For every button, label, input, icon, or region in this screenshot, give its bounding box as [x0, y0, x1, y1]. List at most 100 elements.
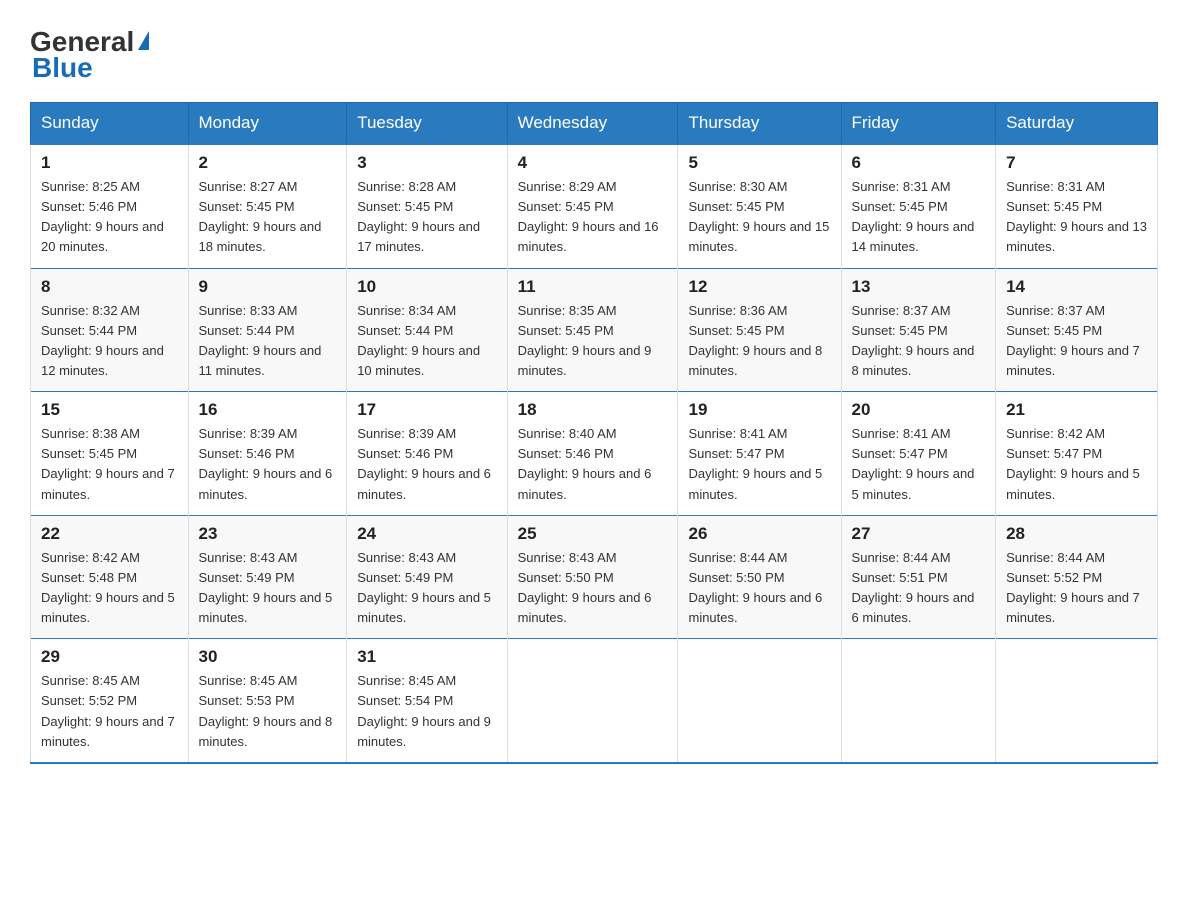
- day-number: 7: [1006, 153, 1147, 173]
- calendar-cell: 3 Sunrise: 8:28 AMSunset: 5:45 PMDaylight…: [347, 144, 507, 268]
- day-info: Sunrise: 8:27 AMSunset: 5:45 PMDaylight:…: [199, 177, 337, 258]
- calendar-cell: 11 Sunrise: 8:35 AMSunset: 5:45 PMDayligh…: [507, 268, 678, 392]
- day-number: 29: [41, 647, 178, 667]
- day-info: Sunrise: 8:37 AMSunset: 5:45 PMDaylight:…: [1006, 301, 1147, 382]
- day-number: 17: [357, 400, 496, 420]
- day-info: Sunrise: 8:43 AMSunset: 5:50 PMDaylight:…: [518, 548, 668, 629]
- day-number: 28: [1006, 524, 1147, 544]
- day-number: 13: [852, 277, 986, 297]
- weekday-header-sunday: Sunday: [31, 103, 189, 145]
- day-info: Sunrise: 8:45 AMSunset: 5:52 PMDaylight:…: [41, 671, 178, 752]
- day-info: Sunrise: 8:36 AMSunset: 5:45 PMDaylight:…: [688, 301, 830, 382]
- day-info: Sunrise: 8:41 AMSunset: 5:47 PMDaylight:…: [852, 424, 986, 505]
- calendar-cell: 22 Sunrise: 8:42 AMSunset: 5:48 PMDayligh…: [31, 515, 189, 639]
- day-number: 20: [852, 400, 986, 420]
- calendar-cell: [996, 639, 1158, 763]
- day-info: Sunrise: 8:40 AMSunset: 5:46 PMDaylight:…: [518, 424, 668, 505]
- logo-triangle-icon: [138, 31, 149, 50]
- day-number: 26: [688, 524, 830, 544]
- day-number: 9: [199, 277, 337, 297]
- day-number: 3: [357, 153, 496, 173]
- day-info: Sunrise: 8:29 AMSunset: 5:45 PMDaylight:…: [518, 177, 668, 258]
- day-info: Sunrise: 8:25 AMSunset: 5:46 PMDaylight:…: [41, 177, 178, 258]
- day-info: Sunrise: 8:42 AMSunset: 5:48 PMDaylight:…: [41, 548, 178, 629]
- day-number: 4: [518, 153, 668, 173]
- calendar-cell: 31Sunrise: 8:45 AMSunset: 5:54 PMDayligh…: [347, 639, 507, 763]
- day-number: 14: [1006, 277, 1147, 297]
- calendar-cell: 19 Sunrise: 8:41 AMSunset: 5:47 PMDayligh…: [678, 392, 841, 516]
- day-info: Sunrise: 8:44 AMSunset: 5:51 PMDaylight:…: [852, 548, 986, 629]
- day-number: 15: [41, 400, 178, 420]
- day-number: 27: [852, 524, 986, 544]
- calendar-cell: 27 Sunrise: 8:44 AMSunset: 5:51 PMDayligh…: [841, 515, 996, 639]
- day-info: Sunrise: 8:32 AMSunset: 5:44 PMDaylight:…: [41, 301, 178, 382]
- weekday-header-thursday: Thursday: [678, 103, 841, 145]
- day-info: Sunrise: 8:28 AMSunset: 5:45 PMDaylight:…: [357, 177, 496, 258]
- page-header: General Blue: [30, 20, 1158, 84]
- day-number: 30: [199, 647, 337, 667]
- calendar-cell: 21Sunrise: 8:42 AMSunset: 5:47 PMDayligh…: [996, 392, 1158, 516]
- weekday-header-monday: Monday: [188, 103, 347, 145]
- calendar-cell: 29 Sunrise: 8:45 AMSunset: 5:52 PMDayligh…: [31, 639, 189, 763]
- calendar-cell: 9Sunrise: 8:33 AMSunset: 5:44 PMDaylight…: [188, 268, 347, 392]
- calendar-cell: [841, 639, 996, 763]
- calendar-cell: 4 Sunrise: 8:29 AMSunset: 5:45 PMDaylight…: [507, 144, 678, 268]
- day-number: 10: [357, 277, 496, 297]
- day-info: Sunrise: 8:30 AMSunset: 5:45 PMDaylight:…: [688, 177, 830, 258]
- calendar-cell: 10 Sunrise: 8:34 AMSunset: 5:44 PMDayligh…: [347, 268, 507, 392]
- day-info: Sunrise: 8:41 AMSunset: 5:47 PMDaylight:…: [688, 424, 830, 505]
- day-number: 25: [518, 524, 668, 544]
- calendar-cell: 5 Sunrise: 8:30 AMSunset: 5:45 PMDaylight…: [678, 144, 841, 268]
- calendar-cell: 23 Sunrise: 8:43 AMSunset: 5:49 PMDayligh…: [188, 515, 347, 639]
- day-info: Sunrise: 8:39 AMSunset: 5:46 PMDaylight:…: [199, 424, 337, 505]
- day-info: Sunrise: 8:44 AMSunset: 5:50 PMDaylight:…: [688, 548, 830, 629]
- day-info: Sunrise: 8:43 AMSunset: 5:49 PMDaylight:…: [199, 548, 337, 629]
- calendar-cell: 14 Sunrise: 8:37 AMSunset: 5:45 PMDayligh…: [996, 268, 1158, 392]
- calendar-cell: 20 Sunrise: 8:41 AMSunset: 5:47 PMDayligh…: [841, 392, 996, 516]
- calendar-cell: 24 Sunrise: 8:43 AMSunset: 5:49 PMDayligh…: [347, 515, 507, 639]
- day-number: 1: [41, 153, 178, 173]
- day-number: 24: [357, 524, 496, 544]
- calendar-cell: 17Sunrise: 8:39 AMSunset: 5:46 PMDayligh…: [347, 392, 507, 516]
- day-number: 22: [41, 524, 178, 544]
- calendar-cell: 1 Sunrise: 8:25 AMSunset: 5:46 PMDaylight…: [31, 144, 189, 268]
- day-number: 19: [688, 400, 830, 420]
- day-info: Sunrise: 8:43 AMSunset: 5:49 PMDaylight:…: [357, 548, 496, 629]
- calendar-week-row: 1 Sunrise: 8:25 AMSunset: 5:46 PMDaylight…: [31, 144, 1158, 268]
- day-number: 11: [518, 277, 668, 297]
- calendar-cell: 16 Sunrise: 8:39 AMSunset: 5:46 PMDayligh…: [188, 392, 347, 516]
- day-number: 16: [199, 400, 337, 420]
- calendar-cell: 28 Sunrise: 8:44 AMSunset: 5:52 PMDayligh…: [996, 515, 1158, 639]
- calendar-table: SundayMondayTuesdayWednesdayThursdayFrid…: [30, 102, 1158, 764]
- day-number: 6: [852, 153, 986, 173]
- day-info: Sunrise: 8:45 AMSunset: 5:53 PMDaylight:…: [199, 671, 337, 752]
- day-info: Sunrise: 8:31 AMSunset: 5:45 PMDaylight:…: [852, 177, 986, 258]
- calendar-cell: 15Sunrise: 8:38 AMSunset: 5:45 PMDayligh…: [31, 392, 189, 516]
- calendar-cell: 8Sunrise: 8:32 AMSunset: 5:44 PMDaylight…: [31, 268, 189, 392]
- calendar-cell: [678, 639, 841, 763]
- day-number: 12: [688, 277, 830, 297]
- calendar-cell: 26 Sunrise: 8:44 AMSunset: 5:50 PMDayligh…: [678, 515, 841, 639]
- calendar-cell: 6 Sunrise: 8:31 AMSunset: 5:45 PMDaylight…: [841, 144, 996, 268]
- day-info: Sunrise: 8:37 AMSunset: 5:45 PMDaylight:…: [852, 301, 986, 382]
- day-number: 23: [199, 524, 337, 544]
- logo: General Blue: [30, 28, 149, 84]
- weekday-header-saturday: Saturday: [996, 103, 1158, 145]
- calendar-cell: 18 Sunrise: 8:40 AMSunset: 5:46 PMDayligh…: [507, 392, 678, 516]
- calendar-cell: 25 Sunrise: 8:43 AMSunset: 5:50 PMDayligh…: [507, 515, 678, 639]
- day-number: 18: [518, 400, 668, 420]
- calendar-cell: [507, 639, 678, 763]
- day-number: 2: [199, 153, 337, 173]
- day-info: Sunrise: 8:44 AMSunset: 5:52 PMDaylight:…: [1006, 548, 1147, 629]
- day-info: Sunrise: 8:35 AMSunset: 5:45 PMDaylight:…: [518, 301, 668, 382]
- weekday-header-tuesday: Tuesday: [347, 103, 507, 145]
- weekday-header-wednesday: Wednesday: [507, 103, 678, 145]
- day-info: Sunrise: 8:31 AMSunset: 5:45 PMDaylight:…: [1006, 177, 1147, 258]
- calendar-week-row: 8Sunrise: 8:32 AMSunset: 5:44 PMDaylight…: [31, 268, 1158, 392]
- day-info: Sunrise: 8:34 AMSunset: 5:44 PMDaylight:…: [357, 301, 496, 382]
- calendar-week-row: 15Sunrise: 8:38 AMSunset: 5:45 PMDayligh…: [31, 392, 1158, 516]
- day-info: Sunrise: 8:42 AMSunset: 5:47 PMDaylight:…: [1006, 424, 1147, 505]
- calendar-cell: 30 Sunrise: 8:45 AMSunset: 5:53 PMDayligh…: [188, 639, 347, 763]
- day-number: 31: [357, 647, 496, 667]
- day-number: 5: [688, 153, 830, 173]
